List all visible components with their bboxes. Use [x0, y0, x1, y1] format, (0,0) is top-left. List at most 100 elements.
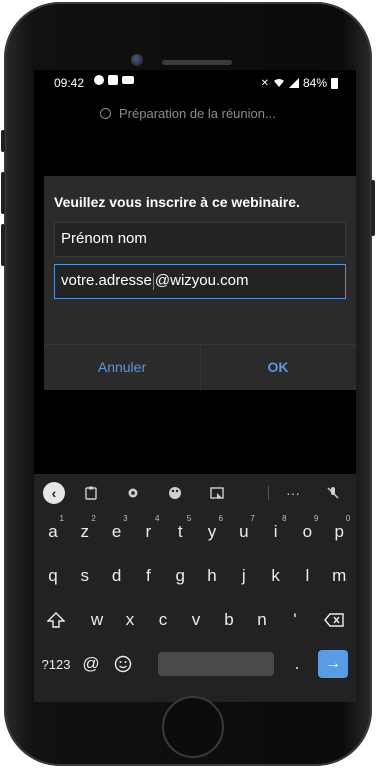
key-hint-number: 2: [91, 514, 96, 523]
settings-gear-icon[interactable]: [122, 482, 144, 504]
key-label: e: [111, 522, 122, 541]
key-f[interactable]: f: [133, 556, 163, 596]
key-g[interactable]: g: [165, 556, 195, 596]
key-label: a: [48, 522, 58, 541]
keyboard: ‹ ··· 1a2z3e4r5t6y7u8i9o 0 p q s d f g h…: [34, 474, 356, 702]
loading-text: Préparation de la réunion...: [119, 106, 276, 121]
key-s[interactable]: s: [70, 556, 100, 596]
name-value: Prénom nom: [61, 230, 147, 247]
key-a[interactable]: 1a: [38, 512, 68, 552]
battery-icon: [331, 77, 338, 89]
key-d[interactable]: d: [102, 556, 132, 596]
backspace-icon: [324, 613, 344, 627]
home-button[interactable]: [162, 696, 224, 758]
status-bar: 09:42 ✕ 84%: [34, 70, 356, 92]
period-key[interactable]: .: [282, 644, 312, 684]
earpiece-speaker: [162, 60, 232, 65]
key-c[interactable]: c: [148, 600, 178, 640]
screen: 09:42 ✕ 84% Préparation de la réunion...…: [34, 70, 356, 702]
key-label: t: [177, 522, 183, 541]
enter-key[interactable]: →: [318, 650, 348, 678]
key-y[interactable]: 6y: [197, 512, 227, 552]
key-m[interactable]: m: [324, 556, 354, 596]
dialog-title: Veuillez vous inscrire à ce webinaire.: [54, 194, 300, 210]
key-o[interactable]: 9o: [292, 512, 322, 552]
backspace-key[interactable]: [316, 600, 352, 640]
key-h[interactable]: h: [197, 556, 227, 596]
status-time: 09:42: [54, 76, 85, 90]
silent-switch: [1, 130, 5, 152]
key-hint-number: 6: [218, 514, 223, 523]
video-icon: [122, 76, 134, 84]
key-n[interactable]: n: [247, 600, 277, 640]
key-w[interactable]: w: [82, 600, 112, 640]
at-key[interactable]: @: [78, 644, 104, 684]
name-field[interactable]: Prénom nom: [54, 222, 346, 257]
key-i[interactable]: 8i: [261, 512, 291, 552]
wifi-icon: [273, 79, 284, 87]
key-l[interactable]: l: [292, 556, 322, 596]
key-hint-number: 1: [59, 514, 64, 523]
symbols-key[interactable]: ?123: [38, 644, 74, 684]
key-row-2: qsdfghjklm: [34, 556, 356, 596]
email-field[interactable]: votre.adresse @wizyou.com: [54, 264, 346, 299]
key-p[interactable]: 0p: [324, 512, 354, 552]
cancel-button[interactable]: Annuler: [44, 344, 200, 390]
key-b[interactable]: b: [214, 600, 244, 640]
back-chevron-icon[interactable]: ‹: [43, 482, 65, 504]
mic-off-icon[interactable]: [322, 482, 344, 504]
key-label: y: [207, 522, 217, 541]
ok-button[interactable]: OK: [200, 344, 356, 390]
key-row-1: 1a2z3e4r5t6y7u8i9o0p: [34, 512, 356, 552]
key-hint-number: 9: [313, 514, 319, 523]
shift-key[interactable]: [38, 600, 74, 640]
emoji-icon: [114, 655, 132, 673]
arrow-right-icon: →: [325, 655, 341, 672]
power-button: [371, 180, 375, 236]
key-q[interactable]: q: [38, 556, 68, 596]
key-label: p: [334, 522, 344, 541]
key-apostrophe[interactable]: ': [280, 600, 310, 640]
key-x[interactable]: x: [115, 600, 145, 640]
key-t[interactable]: 5t: [165, 512, 195, 552]
status-right-icons: ✕ 84%: [261, 76, 338, 90]
shift-arrow-icon: [47, 612, 65, 628]
volume-up-button: [1, 172, 5, 214]
key-label: z: [80, 522, 90, 541]
text-caret: [152, 272, 154, 290]
spinner-icon: [100, 108, 111, 119]
registration-dialog: Veuillez vous inscrire à ce webinaire. P…: [44, 176, 356, 390]
key-z[interactable]: 2z: [70, 512, 100, 552]
key-hint-number: 5: [186, 514, 192, 523]
key-u[interactable]: 7u: [229, 512, 259, 552]
more-icon[interactable]: ···: [282, 482, 304, 504]
key-hint-number: 0: [345, 514, 351, 523]
clipboard-icon[interactable]: [80, 482, 102, 504]
key-hint-number: 8: [282, 514, 287, 523]
phone-frame: 09:42 ✕ 84% Préparation de la réunion...…: [1, 2, 375, 766]
signal-icon: [288, 78, 299, 88]
volume-down-button: [1, 224, 5, 266]
key-row-3: w x c v b n ': [34, 600, 356, 640]
key-row-4: ?123 @ . →: [34, 644, 356, 684]
emoji-key[interactable]: [106, 644, 140, 684]
key-e[interactable]: 3e: [102, 512, 132, 552]
screen-icon[interactable]: [206, 482, 228, 504]
key-v[interactable]: v: [181, 600, 211, 640]
key-label: r: [145, 522, 152, 541]
key-r[interactable]: 4r: [133, 512, 163, 552]
palette-icon[interactable]: [164, 482, 186, 504]
mute-icon: ✕: [260, 77, 269, 89]
key-j[interactable]: j: [229, 556, 259, 596]
status-left-icons: [94, 75, 134, 85]
key-label: u: [239, 522, 249, 541]
key-label: o: [302, 522, 313, 541]
key-hint-number: 7: [250, 514, 255, 523]
battery-percent: 84%: [302, 76, 327, 90]
loading-indicator: Préparation de la réunion...: [100, 106, 276, 121]
toolbar-separator: [268, 486, 269, 500]
space-bar[interactable]: [158, 652, 274, 676]
front-camera: [131, 54, 143, 66]
key-label: i: [273, 522, 278, 541]
key-k[interactable]: k: [261, 556, 291, 596]
